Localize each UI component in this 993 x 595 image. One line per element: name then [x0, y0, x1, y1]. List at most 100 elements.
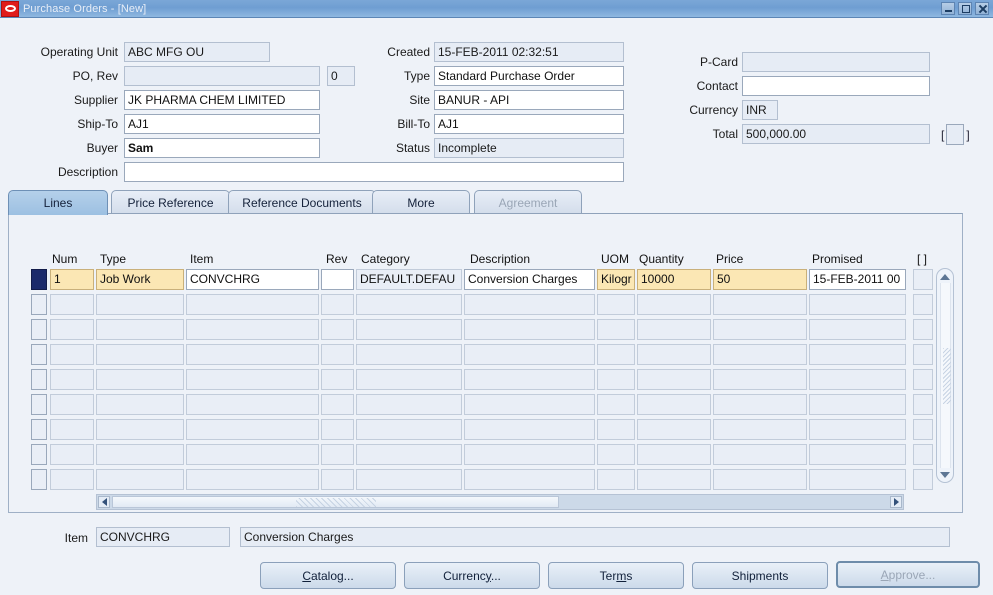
- flexfield-button[interactable]: [946, 124, 965, 145]
- cell-empty[interactable]: [713, 469, 807, 490]
- cell-empty[interactable]: [597, 369, 635, 390]
- cell-empty[interactable]: [321, 319, 354, 340]
- cell-empty[interactable]: [913, 469, 933, 490]
- description-field[interactable]: [124, 162, 624, 182]
- cell-empty[interactable]: [913, 444, 933, 465]
- cell-empty[interactable]: [50, 319, 94, 340]
- currency-button[interactable]: Currency...: [404, 562, 540, 589]
- ship-to-field[interactable]: AJ1: [124, 114, 320, 134]
- record-indicator[interactable]: [31, 394, 47, 415]
- cell-quantity[interactable]: 10000: [637, 269, 711, 290]
- type-field[interactable]: Standard Purchase Order: [434, 66, 624, 86]
- cell-empty[interactable]: [464, 294, 595, 315]
- created-field[interactable]: 15-FEB-2011 02:32:51: [434, 42, 624, 62]
- minimize-icon[interactable]: [941, 2, 955, 15]
- cell-empty[interactable]: [356, 319, 462, 340]
- cell-empty[interactable]: [637, 444, 711, 465]
- cell-empty[interactable]: [186, 419, 319, 440]
- cell-empty[interactable]: [321, 294, 354, 315]
- cell-empty[interactable]: [637, 319, 711, 340]
- cell-empty[interactable]: [713, 294, 807, 315]
- record-indicator[interactable]: [31, 319, 47, 340]
- currency-field[interactable]: INR: [742, 100, 778, 120]
- cell-empty[interactable]: [809, 419, 906, 440]
- cell-empty[interactable]: [356, 419, 462, 440]
- shipments-button[interactable]: Shipments: [692, 562, 828, 589]
- cell-rev[interactable]: [321, 269, 354, 290]
- cell-empty[interactable]: [637, 419, 711, 440]
- cell-empty[interactable]: [637, 294, 711, 315]
- cell-empty[interactable]: [464, 344, 595, 365]
- vertical-scroll-thumb[interactable]: [943, 347, 951, 404]
- cell-empty[interactable]: [809, 444, 906, 465]
- cell-empty[interactable]: [321, 369, 354, 390]
- cell-empty[interactable]: [96, 369, 184, 390]
- cell-empty[interactable]: [597, 419, 635, 440]
- cell-uom[interactable]: Kilogr: [597, 269, 635, 290]
- cell-empty[interactable]: [96, 344, 184, 365]
- cell-promised[interactable]: 15-FEB-2011 00: [809, 269, 906, 290]
- cell-empty[interactable]: [96, 319, 184, 340]
- cell-empty[interactable]: [913, 294, 933, 315]
- cell-category[interactable]: DEFAULT.DEFAU: [356, 269, 462, 290]
- record-indicator[interactable]: [31, 369, 47, 390]
- cell-empty[interactable]: [713, 319, 807, 340]
- cell-item[interactable]: CONVCHRG: [186, 269, 319, 290]
- buyer-field[interactable]: Sam: [124, 138, 320, 158]
- cell-empty[interactable]: [50, 294, 94, 315]
- record-indicator[interactable]: [31, 444, 47, 465]
- cell-empty[interactable]: [713, 419, 807, 440]
- cell-empty[interactable]: [713, 344, 807, 365]
- cell-empty[interactable]: [321, 444, 354, 465]
- cell-empty[interactable]: [96, 394, 184, 415]
- cell-empty[interactable]: [50, 369, 94, 390]
- cell-empty[interactable]: [637, 394, 711, 415]
- cell-empty[interactable]: [809, 469, 906, 490]
- cell-empty[interactable]: [464, 394, 595, 415]
- scroll-up-arrow-icon[interactable]: [939, 271, 951, 282]
- cell-empty[interactable]: [321, 394, 354, 415]
- cell-empty[interactable]: [713, 394, 807, 415]
- scroll-right-arrow-icon[interactable]: [890, 496, 902, 508]
- cell-empty[interactable]: [50, 469, 94, 490]
- close-icon[interactable]: [975, 2, 989, 15]
- contact-field[interactable]: [742, 76, 930, 96]
- cell-empty[interactable]: [356, 394, 462, 415]
- cell-empty[interactable]: [597, 319, 635, 340]
- status-field[interactable]: Incomplete: [434, 138, 624, 158]
- maximize-icon[interactable]: [958, 2, 972, 15]
- cell-empty[interactable]: [809, 369, 906, 390]
- record-indicator[interactable]: [31, 469, 47, 490]
- record-indicator[interactable]: [31, 344, 47, 365]
- detail-item-code-field[interactable]: CONVCHRG: [96, 527, 230, 547]
- cell-flexfield[interactable]: [913, 269, 933, 290]
- cell-empty[interactable]: [809, 294, 906, 315]
- cell-description[interactable]: Conversion Charges: [464, 269, 595, 290]
- tab-lines[interactable]: Lines: [8, 190, 108, 215]
- cell-empty[interactable]: [186, 394, 319, 415]
- cell-empty[interactable]: [50, 419, 94, 440]
- cell-empty[interactable]: [597, 394, 635, 415]
- cell-empty[interactable]: [356, 294, 462, 315]
- total-flexfield[interactable]: [ ]: [941, 124, 970, 145]
- cell-empty[interactable]: [50, 394, 94, 415]
- cell-empty[interactable]: [464, 419, 595, 440]
- lines-vertical-scrollbar[interactable]: [936, 268, 954, 483]
- cell-price[interactable]: 50: [713, 269, 807, 290]
- cell-empty[interactable]: [597, 469, 635, 490]
- record-indicator[interactable]: [31, 269, 47, 290]
- cell-empty[interactable]: [637, 344, 711, 365]
- lines-horizontal-scrollbar[interactable]: [96, 494, 904, 510]
- cell-empty[interactable]: [913, 344, 933, 365]
- horizontal-scroll-thumb[interactable]: [112, 496, 559, 508]
- cell-empty[interactable]: [186, 444, 319, 465]
- tab-more[interactable]: More: [372, 190, 470, 214]
- cell-empty[interactable]: [356, 444, 462, 465]
- catalog-button[interactable]: Catalog...: [260, 562, 396, 589]
- cell-empty[interactable]: [356, 344, 462, 365]
- cell-type[interactable]: Job Work: [96, 269, 184, 290]
- cell-empty[interactable]: [597, 344, 635, 365]
- cell-empty[interactable]: [637, 369, 711, 390]
- tab-price-reference[interactable]: Price Reference: [111, 190, 230, 214]
- cell-empty[interactable]: [186, 344, 319, 365]
